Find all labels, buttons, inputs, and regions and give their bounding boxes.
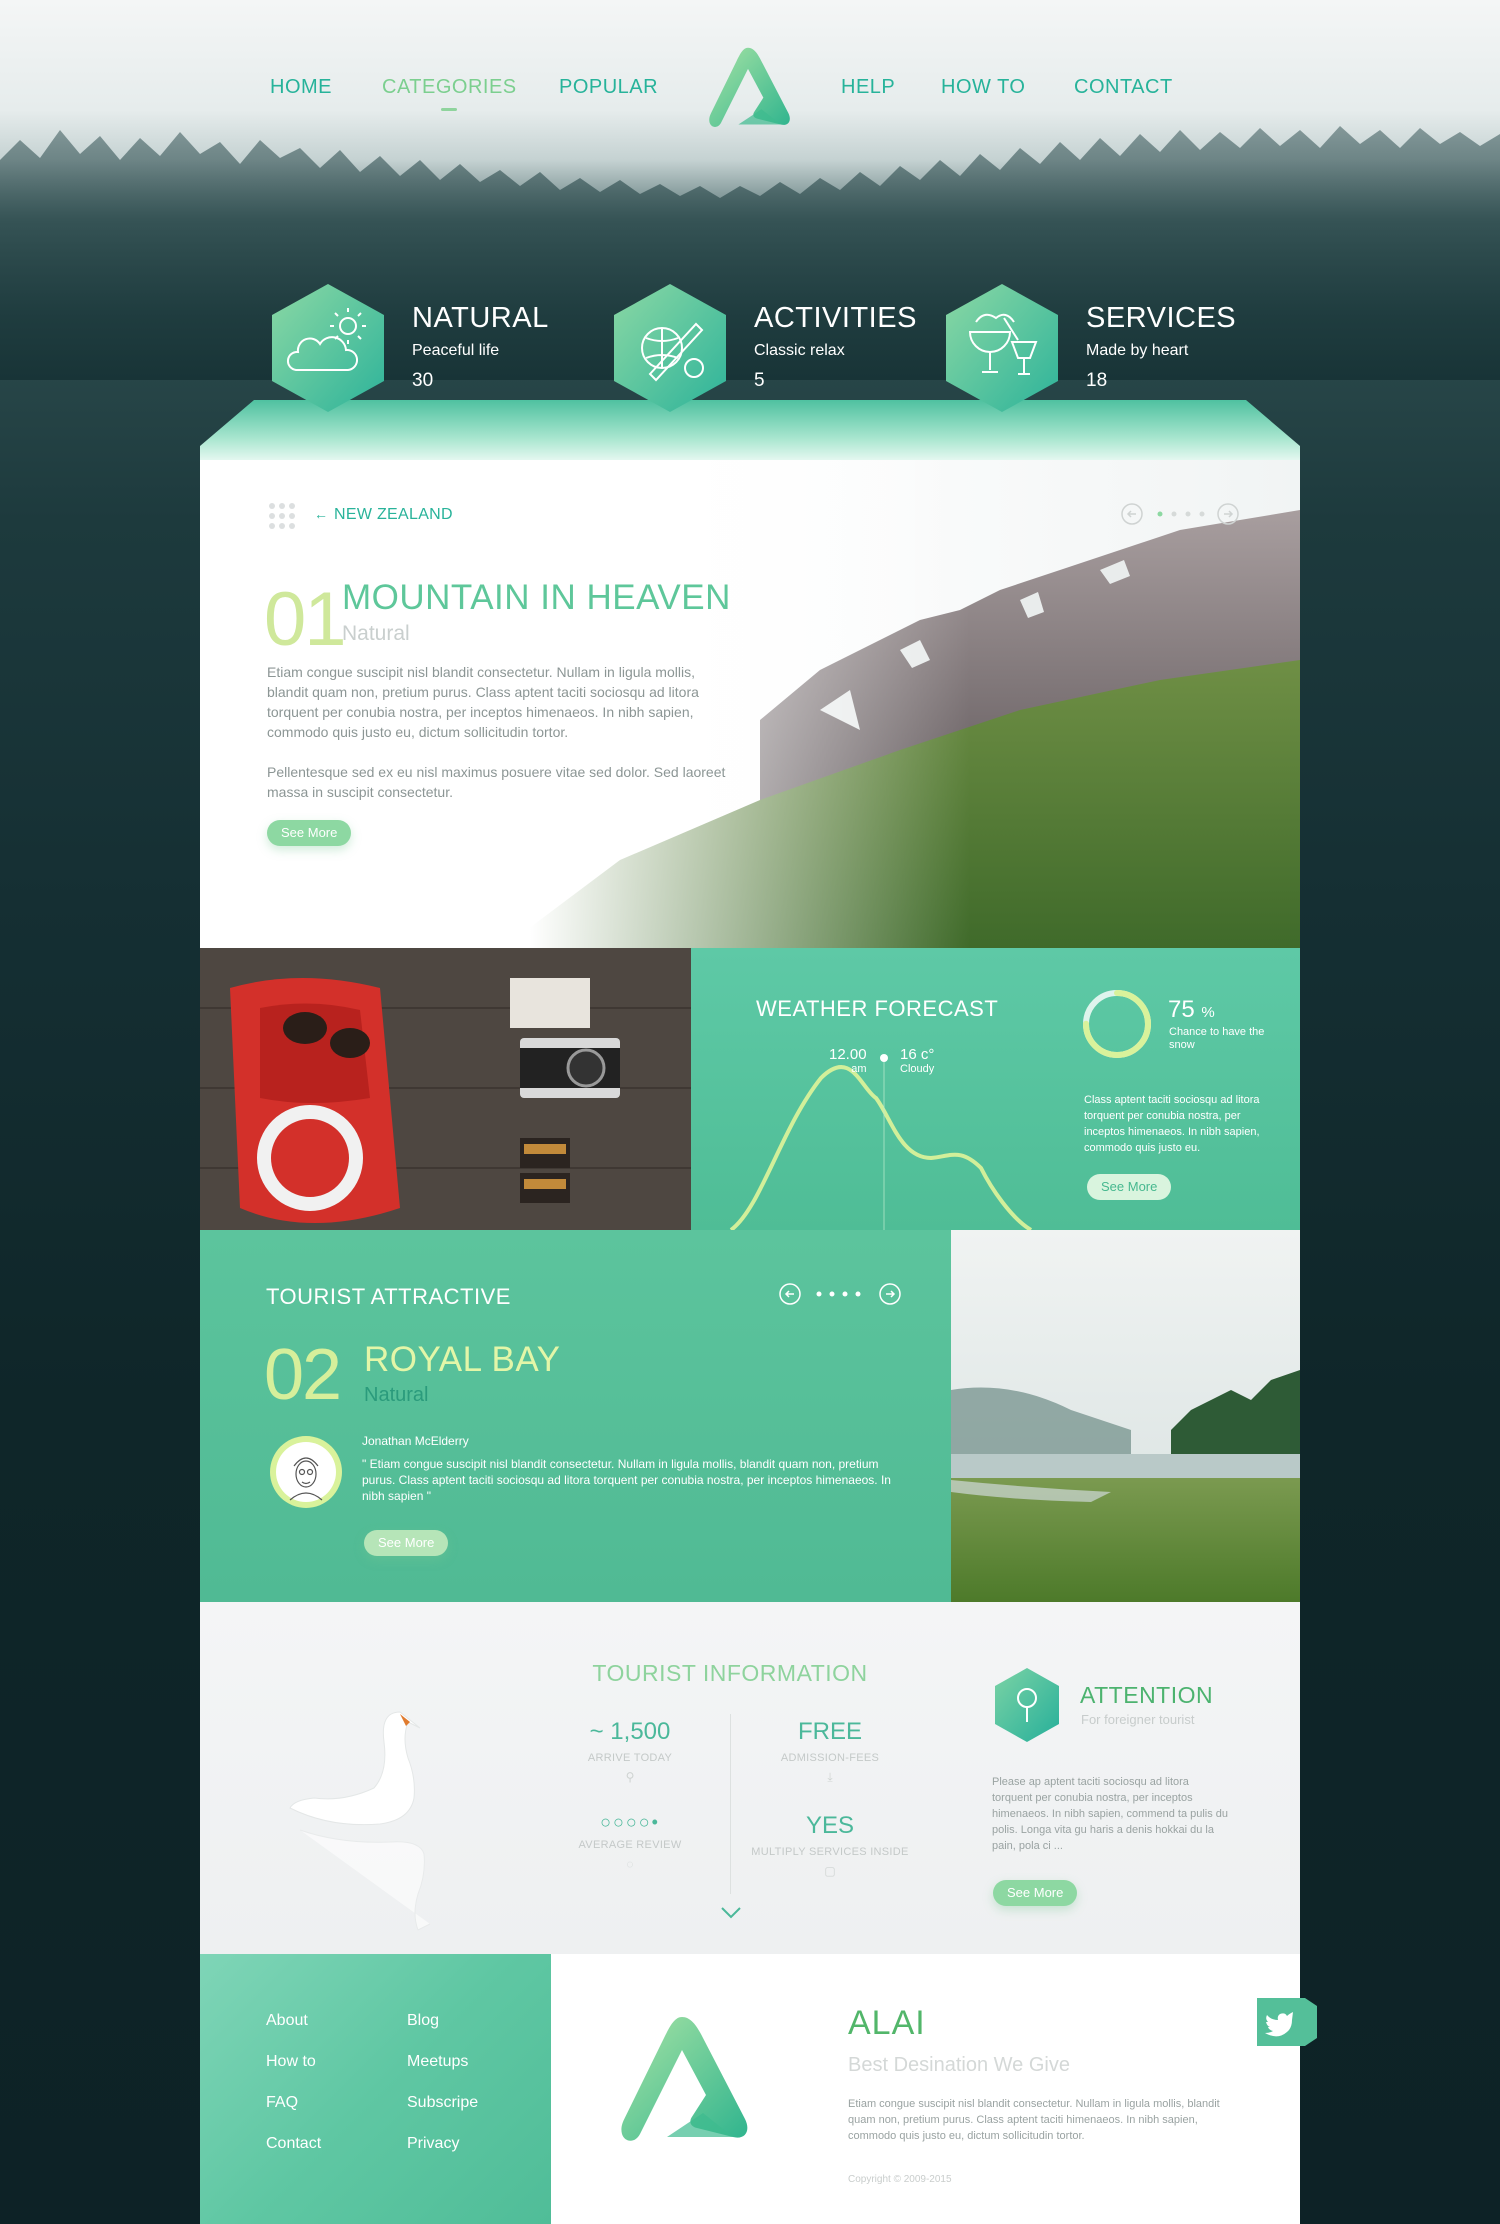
- snow-chance-gauge: [1083, 990, 1151, 1058]
- weather-marker[interactable]: [880, 1054, 888, 1062]
- weather-description: Class aptent taciti sociosqu ad litora t…: [1084, 1094, 1260, 1154]
- footer-link-meetups[interactable]: Meetups: [407, 2053, 468, 2071]
- weather-time: 12.00 am: [829, 1046, 867, 1075]
- section-number: 01: [264, 577, 347, 662]
- tourist-attractive-section: TOURIST ATTRACTIVE 02 ROYAL BAY Natural …: [200, 1230, 951, 1602]
- brand-text: Etiam congue suscipit nisl blandit conse…: [848, 2098, 1220, 2142]
- person-icon: ⚲: [625, 1770, 635, 1784]
- slider-controls[interactable]: [1120, 502, 1240, 526]
- divider: [730, 1714, 731, 1894]
- brand-logo-icon: [621, 2017, 748, 2141]
- weather-temp: 16 c° Cloudy: [900, 1046, 935, 1075]
- twitter-icon[interactable]: [1257, 1998, 1317, 2046]
- attention-title: ATTENTION: [1080, 1682, 1214, 1708]
- cocktail-drink-icon: [946, 284, 1058, 412]
- nav-how-to[interactable]: HOW TO: [941, 76, 1025, 99]
- attention-text: Please ap aptent taciti sociosqu ad lito…: [992, 1776, 1229, 1852]
- snow-chance-label: Chance to have the snow: [1169, 1026, 1265, 1051]
- footer-link-faq[interactable]: FAQ: [266, 2094, 298, 2112]
- swan-photo: [289, 1711, 431, 1931]
- search-pin-icon: [995, 1668, 1059, 1742]
- footer-link-contact[interactable]: Contact: [266, 2135, 321, 2153]
- footer-link-subscripe[interactable]: Subscripe: [407, 2094, 478, 2112]
- footer-brand: ALAI Best Desination We Give Etiam congu…: [551, 1954, 1300, 2224]
- category-count: 18: [1086, 370, 1108, 391]
- snow-chance-percent: 75 %: [1168, 996, 1215, 1023]
- hero-paragraph-1: Etiam congue suscipit nisl blandit conse…: [267, 664, 699, 740]
- section-title: TOURIST INFORMATION: [592, 1660, 868, 1686]
- author-quote: " Etiam congue suscipit nisl blandit con…: [362, 1457, 891, 1503]
- category-subtitle: Made by heart: [1086, 342, 1189, 359]
- category-title: NATURAL: [412, 302, 549, 334]
- weather-see-more-button[interactable]: See More: [1087, 1174, 1172, 1200]
- author-avatar[interactable]: [268, 1434, 344, 1510]
- stat-admission: FREE ADMISSION-FEES ⤓: [750, 1718, 910, 1785]
- brand-logo-icon[interactable]: [700, 42, 796, 138]
- tourist-information-section: TOURIST INFORMATION ~ 1,500 ARRIVE TODAY…: [200, 1602, 1300, 1954]
- grid-menu-icon[interactable]: [268, 502, 296, 530]
- brand-name: ALAI: [848, 2004, 926, 2042]
- hero-category: Natural: [342, 622, 410, 645]
- hero-paragraph-2: Pellentesque sed ex eu nisl maximus posu…: [267, 764, 726, 800]
- category-subtitle: Peaceful life: [412, 342, 500, 359]
- category-title: ACTIVITIES: [754, 302, 917, 334]
- stat-arrivals: ~ 1,500 ARRIVE TODAY ⚲: [550, 1718, 710, 1784]
- stat-services: YES MULTIPLY SERVICES INSIDE ▢: [751, 1812, 909, 1878]
- nav-categories[interactable]: CATEGORIES: [382, 76, 517, 111]
- brand-tagline: Best Desination We Give: [848, 2054, 1070, 2076]
- copyright: Copyright © 2009-2015: [848, 2174, 952, 2185]
- footer-link-about[interactable]: About: [266, 2012, 308, 2030]
- section-title: TOURIST ATTRACTIVE: [266, 1284, 511, 1309]
- chat-icon: ◌: [626, 1857, 634, 1871]
- chevron-down-icon[interactable]: [720, 1906, 742, 1920]
- stat-review: ○○○○• AVERAGE REVIEW ◌: [550, 1812, 710, 1871]
- category-subtitle: Classic relax: [754, 342, 845, 359]
- bag-icon: ▢: [824, 1864, 836, 1878]
- download-icon: ⤓: [827, 1770, 833, 1784]
- lake-photo: [951, 1230, 1300, 1602]
- nav-help[interactable]: HELP: [841, 76, 895, 99]
- category-count: 5: [754, 370, 765, 391]
- hero-section: ← NEW ZEALAND 01 MOUNTAIN IN HEAVEN Natu…: [200, 460, 1300, 950]
- hero-see-more-button[interactable]: See More: [267, 820, 352, 846]
- travel-gear-illustration: [200, 948, 691, 1230]
- nav-home[interactable]: HOME: [270, 76, 332, 99]
- weather-cloud-sun-icon: [272, 284, 384, 412]
- nav-contact[interactable]: CONTACT: [1074, 76, 1173, 99]
- category-count: 30: [412, 370, 434, 391]
- hero-title: MOUNTAIN IN HEAVEN: [342, 578, 731, 617]
- weather-forecast-panel: WEATHER FORECAST 12.00 am 16 c° Cloudy 75 …: [691, 948, 1300, 1230]
- footer-links: About How to FAQ Contact Blog Meetups Su…: [200, 1954, 551, 2224]
- attention-see-more-button[interactable]: See More: [993, 1880, 1078, 1906]
- breadcrumb[interactable]: NEW ZEALAND: [334, 506, 453, 524]
- attention-subtitle: For foreigner tourist: [1081, 1712, 1195, 1727]
- weather-curve-chart: [729, 990, 1151, 1230]
- attraction-see-more-button[interactable]: See More: [364, 1530, 449, 1556]
- footer-link-blog[interactable]: Blog: [407, 2012, 439, 2030]
- author-name: Jonathan McElderry: [362, 1434, 469, 1448]
- footer-link-privacy[interactable]: Privacy: [407, 2135, 459, 2153]
- sports-bat-ball-icon: [614, 284, 726, 412]
- attraction-title: ROYAL BAY: [364, 1340, 561, 1379]
- slider-controls[interactable]: [778, 1282, 902, 1306]
- nav-popular[interactable]: POPULAR: [559, 76, 658, 99]
- section-number: 02: [264, 1335, 342, 1415]
- attraction-category: Natural: [364, 1384, 429, 1406]
- category-title: SERVICES: [1086, 302, 1237, 334]
- back-arrow-icon[interactable]: ←: [314, 506, 328, 522]
- footer-link-how-to[interactable]: How to: [266, 2053, 316, 2071]
- forest-background-image: [0, 126, 1500, 380]
- travel-gear-photo: [200, 948, 691, 1230]
